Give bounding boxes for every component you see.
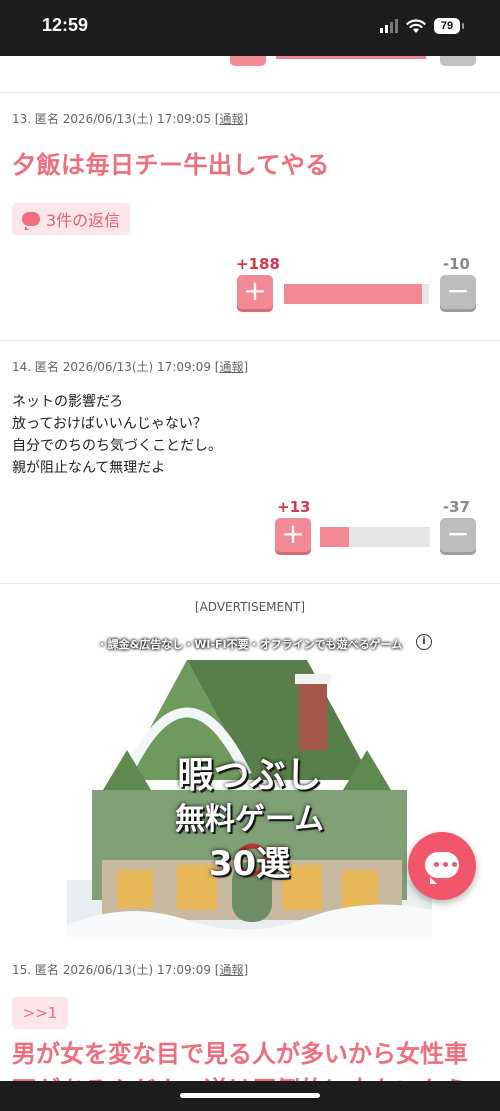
vote-bar-fill: [284, 284, 422, 304]
ad-headline-2: 無料ゲーム: [174, 802, 325, 837]
plus-count: +188: [236, 255, 280, 273]
report-link[interactable]: [通報]: [215, 963, 248, 977]
status-icons: 79: [380, 18, 464, 34]
minus-button[interactable]: −: [440, 275, 476, 309]
vote-bar: [320, 527, 430, 547]
plus-button[interactable]: +: [237, 275, 273, 309]
plus-icon: +: [281, 517, 305, 550]
speech-bubble-icon: [22, 212, 40, 230]
status-time: 12:59: [42, 15, 89, 35]
comment-13: 13. 匿名 2026/06/13(土) 17:09:05 [通報] 夕飯は毎日…: [0, 93, 500, 341]
ad-headline-3: 30選: [208, 844, 291, 884]
comment-meta-text: 15. 匿名 2026/06/13(土) 17:09:09: [12, 963, 211, 977]
chat-button[interactable]: [408, 832, 476, 900]
vote-row: +13 -37 + −: [274, 498, 476, 558]
ad-label: [ADVERTISEMENT]: [194, 600, 306, 614]
plus-button[interactable]: [230, 56, 266, 66]
ad-caption: ・課金&広告なし・WI-FI不要・オフラインでも遊べるゲーム: [96, 638, 403, 651]
comment-meta: 13. 匿名 2026/06/13(土) 17:09:05 [通報]: [12, 110, 248, 127]
cellular-signal-icon: [380, 19, 398, 33]
replies-label: 3件の返信: [46, 211, 121, 230]
report-link[interactable]: [通報]: [215, 112, 248, 126]
ad-banner[interactable]: ・課金&広告なし・WI-FI不要・オフラインでも遊べるゲーム 暇つぶし 無料ゲー…: [67, 630, 432, 938]
home-indicator[interactable]: [180, 1093, 320, 1098]
minus-button[interactable]: −: [440, 518, 476, 552]
minus-icon: −: [446, 274, 470, 307]
minus-count: -37: [442, 498, 470, 516]
minus-count: -10: [442, 255, 470, 273]
plus-icon: +: [243, 274, 267, 307]
minus-button[interactable]: [440, 56, 476, 66]
report-link[interactable]: [通報]: [215, 360, 248, 374]
vote-row: +188 -10 + −: [236, 255, 476, 315]
comment-text: ネットの影響だろ 放っておけばいいんじゃない？ 自分でのちのち気づくことだし。 …: [12, 394, 222, 476]
anchor-link[interactable]: >>1: [12, 997, 68, 1029]
comment-meta: 14. 匿名 2026/06/13(土) 17:09:09 [通報]: [12, 358, 248, 375]
previous-vote-fragment: [0, 56, 500, 93]
vote-bar-fill: [320, 527, 349, 547]
comment-14: 14. 匿名 2026/06/13(土) 17:09:09 [通報] ネットの影…: [0, 341, 500, 584]
replies-button[interactable]: 3件の返信: [12, 203, 131, 235]
comment-meta: 15. 匿名 2026/06/13(土) 17:09:09 [通報]: [12, 961, 248, 978]
vote-bar: [276, 56, 426, 59]
comment-text: 夕飯は毎日チー牛出してやる: [12, 151, 330, 179]
vote-bar: [284, 284, 429, 304]
wifi-icon: [406, 18, 426, 33]
plus-count: +13: [277, 498, 311, 516]
plus-button[interactable]: +: [275, 518, 311, 552]
status-bar: 12:59 79: [0, 0, 500, 56]
comment-meta-text: 14. 匿名 2026/06/13(土) 17:09:09: [12, 360, 211, 374]
home-bar: [0, 1081, 500, 1111]
comment-meta-text: 13. 匿名 2026/06/13(土) 17:09:05: [12, 112, 211, 126]
minus-icon: −: [446, 517, 470, 550]
battery-icon: 79: [434, 18, 464, 34]
ad-headline-1: 暇つぶし: [177, 755, 322, 796]
